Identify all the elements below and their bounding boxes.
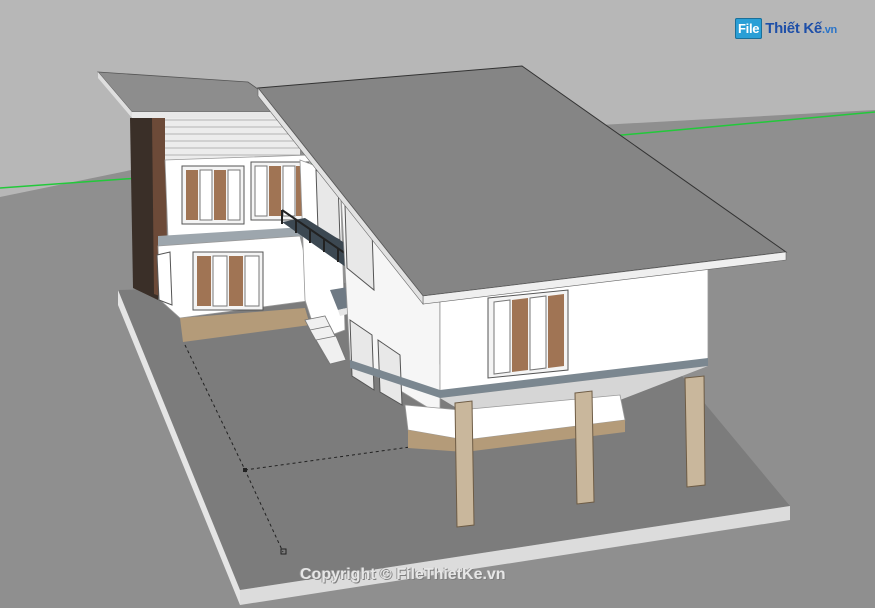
logo-text: Thiết Kế.vn (765, 20, 837, 37)
column-front-mid (574, 390, 595, 505)
upper-window-left (181, 165, 245, 225)
copyright-watermark: Copyright © FileThietKe.vn (300, 566, 506, 583)
main-front-window (487, 289, 569, 379)
logo-file-badge: File (735, 17, 763, 39)
filethietke-logo: File Thiết Kế.vn (735, 14, 837, 42)
column-front-left (454, 400, 475, 528)
column-front-right (684, 375, 706, 488)
lower-window (192, 251, 264, 311)
logo-thietke: Thiết Kế (765, 19, 822, 37)
guide-marker-1 (243, 468, 247, 472)
side-window (156, 251, 173, 306)
logo-suffix: .vn (821, 23, 837, 36)
rear-roof-front-edge (132, 112, 290, 118)
sketchup-house-model (0, 65, 875, 608)
